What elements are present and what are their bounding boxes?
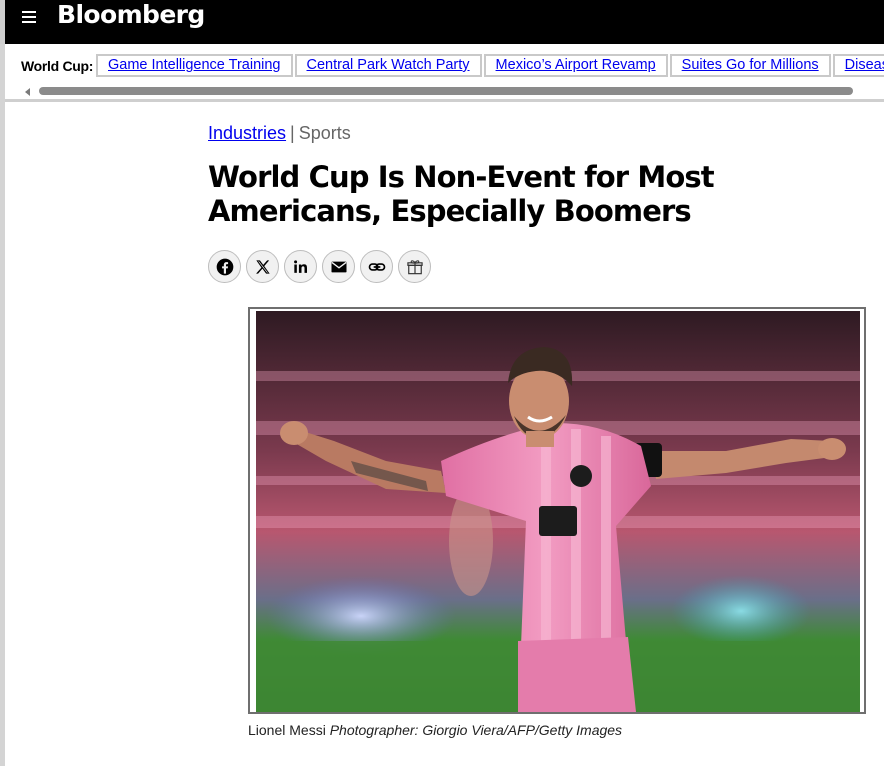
link-icon	[368, 262, 385, 271]
top-navigation-bar: Bloomberg	[0, 0, 884, 44]
hamburger-menu-icon[interactable]	[22, 6, 40, 24]
email-share-button[interactable]	[322, 250, 355, 283]
x-icon	[255, 259, 270, 274]
caption-credit: Photographer: Giorgio Viera/AFP/Getty Im…	[329, 722, 623, 738]
article-image-frame	[248, 307, 866, 714]
share-buttons	[208, 250, 436, 283]
breadcrumb-industries-link[interactable]: Industries	[208, 123, 286, 143]
gift-icon	[406, 259, 423, 274]
strip-link-disease[interactable]: Disease	[832, 54, 884, 77]
strip-links: Game Intelligence Training Central Park …	[96, 54, 884, 77]
scroll-left-arrow-icon[interactable]	[25, 88, 30, 96]
caption-subject: Lionel Messi	[248, 722, 326, 738]
breadcrumb-sports: Sports	[298, 123, 351, 143]
image-caption: Lionel Messi Photographer: Giorgio Viera…	[248, 722, 622, 738]
linkedin-share-button[interactable]	[284, 250, 317, 283]
linkedin-icon	[293, 259, 307, 273]
scrollbar-thumb[interactable]	[39, 87, 853, 95]
x-share-button[interactable]	[246, 250, 279, 283]
strip-label: World Cup:	[21, 58, 94, 74]
strip-link-suites[interactable]: Suites Go for Millions	[669, 54, 831, 77]
bloomberg-logo[interactable]: Bloomberg	[57, 0, 205, 30]
copy-link-button[interactable]	[360, 250, 393, 283]
strip-link-central-park[interactable]: Central Park Watch Party	[294, 54, 482, 77]
breadcrumb: Industries | Sports	[208, 123, 351, 144]
gift-article-button[interactable]	[398, 250, 431, 283]
facebook-icon	[216, 258, 233, 275]
strip-divider	[5, 99, 884, 102]
strip-link-mexico-airport[interactable]: Mexico’s Airport Revamp	[483, 54, 668, 77]
world-cup-link-strip: World Cup: Game Intelligence Training Ce…	[5, 44, 884, 102]
breadcrumb-separator: |	[290, 123, 295, 143]
email-icon	[331, 261, 346, 272]
article-headline: World Cup Is Non-Event for Most American…	[208, 160, 715, 228]
player-celebration-illustration	[256, 311, 860, 712]
window-frame-edge	[0, 0, 5, 766]
facebook-share-button[interactable]	[208, 250, 241, 283]
article-photo[interactable]	[256, 311, 860, 712]
horizontal-scrollbar[interactable]	[25, 85, 884, 97]
strip-link-game-intelligence[interactable]: Game Intelligence Training	[96, 54, 293, 77]
